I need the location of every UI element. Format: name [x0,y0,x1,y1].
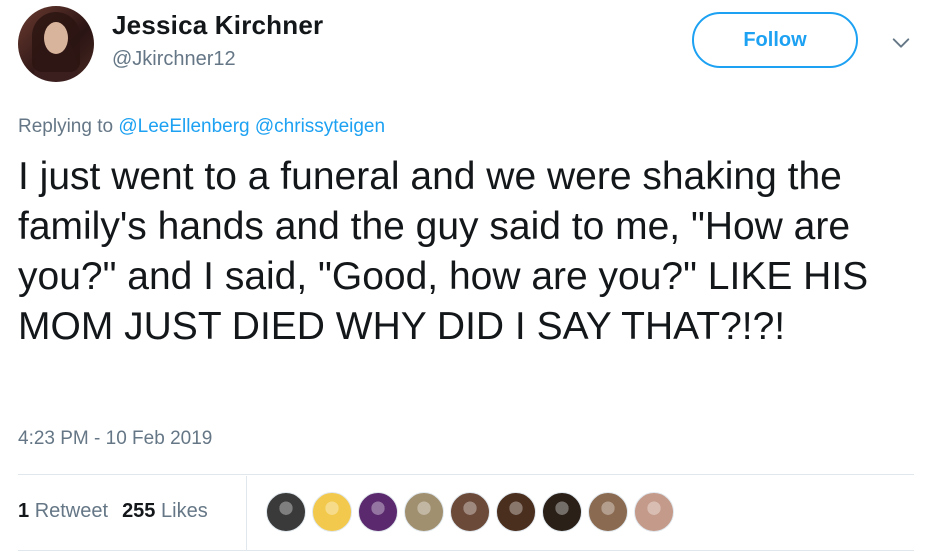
liker-avatar[interactable] [312,492,352,532]
retweet-count: 1 [18,500,30,522]
likers-list [266,492,680,532]
tweet-text: I just went to a funeral and we were sha… [18,155,869,348]
replying-to: Replying to @LeeEllenberg @chrissyteigen [18,116,385,138]
liker-avatar[interactable] [496,492,536,532]
likes-stat[interactable]: 255 Likes [122,500,208,522]
chevron-down-icon[interactable] [890,32,912,54]
liker-avatar[interactable] [450,492,490,532]
replying-prefix: Replying to [18,116,114,137]
retweet-stat[interactable]: 1 Retweet [18,500,108,522]
display-name[interactable]: Jessica Kirchner [112,10,323,41]
liker-avatar[interactable] [542,492,582,532]
user-avatar[interactable] [18,6,94,82]
user-handle[interactable]: @Jkirchner12 [112,48,236,71]
liker-avatar[interactable] [634,492,674,532]
liker-avatar[interactable] [266,492,306,532]
tweet-timestamp[interactable]: 4:23 PM - 10 Feb 2019 [18,428,212,450]
tweet-stats: 1 Retweet 255 Likes [18,500,208,523]
mention-link[interactable]: @LeeEllenberg [118,116,249,137]
follow-button[interactable]: Follow [692,12,858,68]
avatar-face [44,22,68,54]
retweet-label: Retweet [34,500,109,522]
likes-count: 255 [122,500,156,522]
stats-separator [246,476,247,550]
liker-avatar[interactable] [588,492,628,532]
mention-link[interactable]: @chrissyteigen [255,116,385,137]
likes-label: Likes [161,500,208,522]
liker-avatar[interactable] [404,492,444,532]
liker-avatar[interactable] [358,492,398,532]
divider [18,550,914,551]
divider [18,474,914,475]
